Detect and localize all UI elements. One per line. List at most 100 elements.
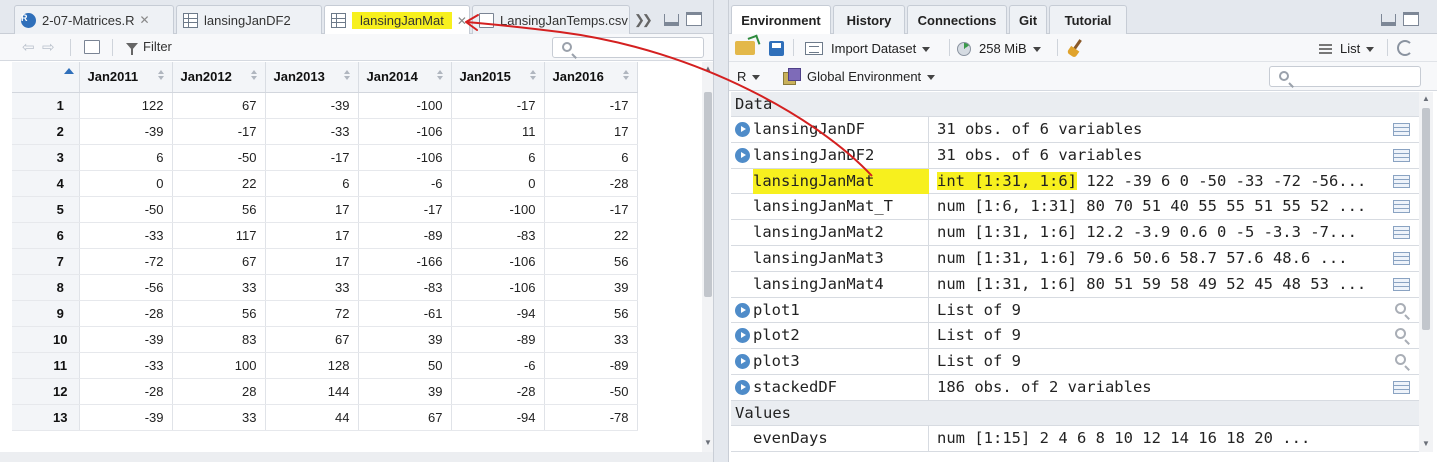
table-cell[interactable]: -50 <box>172 144 266 171</box>
table-cell[interactable]: 50 <box>358 352 452 379</box>
table-search-box[interactable] <box>552 37 704 58</box>
table-cell[interactable]: 56 <box>544 248 638 275</box>
view-data-icon[interactable] <box>1393 226 1410 240</box>
environment-item[interactable]: lansingJanMat3 num [1:31, 1:6] 79.6 50.6 … <box>731 245 1419 272</box>
table-search-input[interactable] <box>579 39 699 57</box>
table-cell[interactable]: 56 <box>172 300 266 327</box>
table-cell[interactable]: -28 <box>451 378 545 405</box>
expand-icon[interactable] <box>735 302 750 318</box>
scope-dropdown[interactable]: Global Environment <box>807 69 936 84</box>
scroll-down-icon[interactable]: ▼ <box>1422 439 1430 448</box>
environment-item[interactable]: plot1 List of 9 <box>731 297 1419 324</box>
view-data-icon[interactable] <box>1393 148 1410 162</box>
environment-item[interactable]: stackedDF 186 obs. of 2 variables <box>731 374 1419 401</box>
table-cell[interactable]: -17 <box>358 196 452 223</box>
table-vertical-scrollbar[interactable]: ▲ ▼ <box>702 62 713 452</box>
load-workspace-icon[interactable] <box>735 41 755 55</box>
table-cell[interactable]: -89 <box>451 326 545 353</box>
table-cell[interactable]: -89 <box>358 222 452 249</box>
table-cell[interactable]: 56 <box>544 300 638 327</box>
table-cell[interactable]: -28 <box>79 378 173 405</box>
minimize-pane-icon[interactable] <box>664 14 679 26</box>
table-cell[interactable]: -17 <box>172 118 266 145</box>
tab-history[interactable]: History <box>833 5 905 34</box>
column-header[interactable]: Jan2012 <box>172 62 266 93</box>
table-cell[interactable]: -83 <box>358 274 452 301</box>
table-cell[interactable]: 44 <box>265 404 359 431</box>
expand-icon[interactable] <box>735 379 750 395</box>
maximize-pane-icon[interactable] <box>1403 12 1419 26</box>
table-cell[interactable]: -78 <box>544 404 638 431</box>
environment-item[interactable]: lansingJanMat int [1:31, 1:6] 122 -39 6 0… <box>731 168 1419 195</box>
table-cell[interactable]: 6 <box>265 170 359 197</box>
table-cell[interactable]: -83 <box>451 222 545 249</box>
table-cell[interactable]: 144 <box>265 378 359 405</box>
tab-tutorial[interactable]: Tutorial <box>1049 5 1127 34</box>
table-cell[interactable]: 67 <box>172 92 266 119</box>
table-cell[interactable]: 33 <box>265 274 359 301</box>
table-cell[interactable]: -28 <box>79 300 173 327</box>
table-cell[interactable]: -61 <box>358 300 452 327</box>
table-cell[interactable]: 0 <box>451 170 545 197</box>
table-cell[interactable]: -39 <box>79 118 173 145</box>
table-cell[interactable]: 17 <box>265 248 359 275</box>
environment-vertical-scrollbar[interactable]: ▲ ▼ <box>1419 92 1433 452</box>
view-mode-button[interactable]: List <box>1340 41 1375 56</box>
view-data-icon[interactable] <box>1393 251 1410 265</box>
table-cell[interactable]: 17 <box>265 222 359 249</box>
column-header[interactable]: Jan2011 <box>79 62 173 93</box>
scrollbar-thumb[interactable] <box>1422 108 1430 330</box>
table-cell[interactable]: -17 <box>544 92 638 119</box>
scroll-down-icon[interactable]: ▼ <box>704 438 712 447</box>
view-data-icon[interactable] <box>1393 200 1410 214</box>
column-header[interactable]: Jan2013 <box>265 62 359 93</box>
expand-icon[interactable] <box>735 122 750 137</box>
table-cell[interactable]: -89 <box>544 352 638 379</box>
table-cell[interactable]: 17 <box>544 118 638 145</box>
table-cell[interactable]: 33 <box>172 404 266 431</box>
table-cell[interactable]: -6 <box>451 352 545 379</box>
table-cell[interactable]: -28 <box>544 170 638 197</box>
pane-splitter[interactable] <box>714 0 728 462</box>
environment-item[interactable]: plot2 List of 9 <box>731 323 1419 350</box>
forward-arrow-icon[interactable]: ⇨ <box>42 40 55 55</box>
table-cell[interactable]: 6 <box>79 144 173 171</box>
tab-matrices-r[interactable]: R 2-07-Matrices.R ✕ <box>14 5 174 34</box>
scroll-up-icon[interactable]: ▲ <box>1422 94 1430 103</box>
table-cell[interactable]: -6 <box>358 170 452 197</box>
table-cell[interactable]: 33 <box>544 326 638 353</box>
table-cell[interactable]: -17 <box>265 144 359 171</box>
environment-item[interactable]: evenDays num [1:15] 2 4 6 8 10 12 14 16 1… <box>731 425 1419 452</box>
view-data-icon[interactable] <box>1393 380 1410 394</box>
row-index-header[interactable] <box>12 62 80 93</box>
view-data-icon[interactable] <box>1393 123 1410 136</box>
table-cell[interactable]: 0 <box>79 170 173 197</box>
inspect-icon[interactable] <box>1395 302 1406 314</box>
table-cell[interactable]: 39 <box>544 274 638 301</box>
table-cell[interactable]: 83 <box>172 326 266 353</box>
table-cell[interactable]: 72 <box>265 300 359 327</box>
back-arrow-icon[interactable]: ⇦ <box>22 40 35 55</box>
view-data-icon[interactable] <box>1393 277 1410 291</box>
inspect-icon[interactable] <box>1395 328 1406 340</box>
environment-item[interactable]: lansingJanMat_T num [1:6, 1:31] 80 70 51 … <box>731 194 1419 221</box>
table-cell[interactable]: 56 <box>172 196 266 223</box>
scrollbar-thumb[interactable] <box>704 92 712 297</box>
open-in-window-icon[interactable] <box>84 40 100 54</box>
table-cell[interactable]: -56 <box>79 274 173 301</box>
tab-overflow-icon[interactable]: ❯❯ <box>634 12 653 28</box>
table-cell[interactable]: 39 <box>358 378 452 405</box>
save-workspace-icon[interactable] <box>769 41 784 56</box>
tab-git[interactable]: Git <box>1009 5 1047 34</box>
table-cell[interactable]: -50 <box>544 378 638 405</box>
table-cell[interactable]: 39 <box>358 326 452 353</box>
table-cell[interactable]: 100 <box>172 352 266 379</box>
table-cell[interactable]: -39 <box>79 326 173 353</box>
table-cell[interactable]: -166 <box>358 248 452 275</box>
table-cell[interactable]: 67 <box>265 326 359 353</box>
table-cell[interactable]: -33 <box>79 222 173 249</box>
close-icon[interactable]: ✕ <box>139 13 149 27</box>
minimize-pane-icon[interactable] <box>1381 14 1396 26</box>
clear-workspace-icon[interactable] <box>1067 39 1085 57</box>
tab-connections[interactable]: Connections <box>907 5 1007 34</box>
